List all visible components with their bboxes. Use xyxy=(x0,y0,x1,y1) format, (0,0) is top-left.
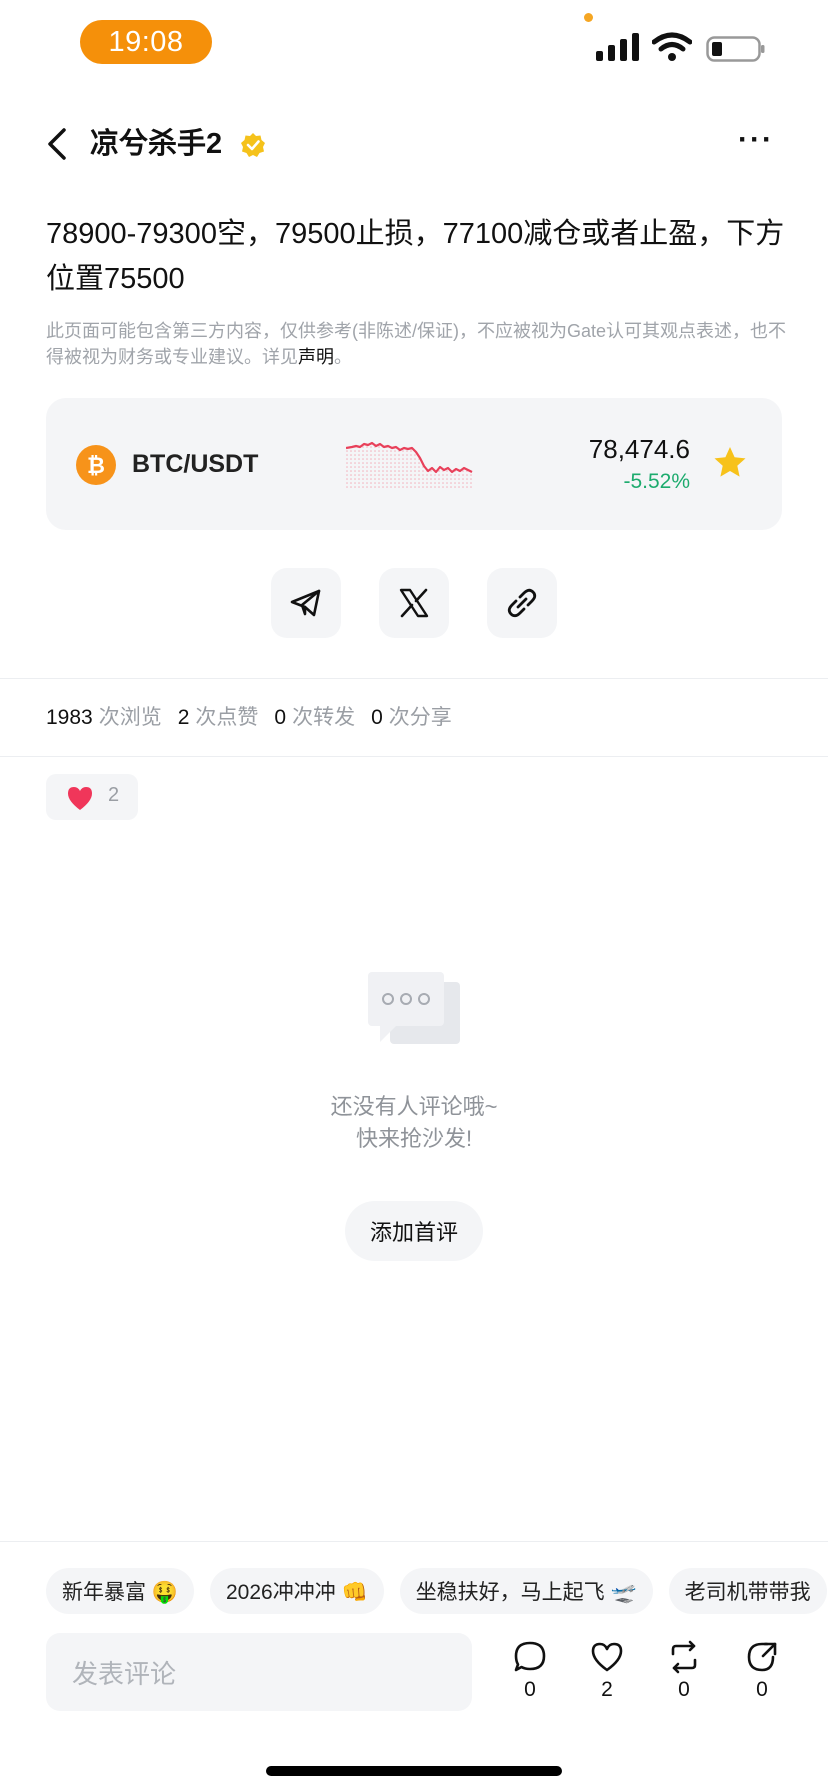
views-count: 1983 xyxy=(46,706,93,729)
reposts-count: 0 xyxy=(274,706,287,729)
heart-icon xyxy=(68,787,92,810)
repost-count: 0 xyxy=(678,1678,690,1701)
quick-reply-tags: 新年暴富 🤑 2026冲冲冲 👊 坐稳扶好，马上起飞 🛫 老司机带带我 xyxy=(46,1568,827,1614)
share-x-button[interactable] xyxy=(379,568,449,638)
share-action-button[interactable]: 0 xyxy=(742,1640,782,1702)
price-sparkline xyxy=(346,441,473,488)
cellular-signal-icon xyxy=(596,33,639,61)
empty-comments-subtext: 快来抢沙发! xyxy=(355,1126,473,1151)
divider xyxy=(0,1541,828,1542)
empty-comments-text: 还没有人评论哦~ xyxy=(330,1094,498,1119)
status-time: 19:08 xyxy=(80,20,212,64)
disclaimer: 此页面可能包含第三方内容，仅供参考(非陈述/保证)，不应被视为Gate认可其观点… xyxy=(46,318,786,370)
like-action-button[interactable]: 2 xyxy=(587,1640,627,1702)
shares-label: 次分享 xyxy=(388,706,452,729)
disclaimer-suffix: 。 xyxy=(334,347,352,367)
heart-outline-icon xyxy=(591,1642,623,1672)
quick-reply-tag[interactable]: 新年暴富 🤑 xyxy=(46,1568,194,1614)
add-first-comment-button[interactable]: 添加首评 xyxy=(345,1201,483,1261)
likes-label: 次点赞 xyxy=(195,706,259,729)
likes-count: 2 xyxy=(177,706,190,729)
empty-comments-illustration xyxy=(368,972,460,1044)
copy-link-button[interactable] xyxy=(487,568,557,638)
quick-reply-tag[interactable]: 2026冲冲冲 👊 xyxy=(209,1568,384,1614)
more-options-button[interactable]: ··· xyxy=(738,125,782,160)
heart-reaction-chip[interactable]: 2 xyxy=(46,774,138,820)
comment-input[interactable]: 发表评论 xyxy=(46,1633,472,1711)
verified-badge-icon xyxy=(241,133,265,157)
views-label: 次浏览 xyxy=(98,706,162,729)
shares-count: 0 xyxy=(371,706,383,729)
telegram-icon xyxy=(290,589,321,617)
home-indicator[interactable] xyxy=(266,1766,562,1776)
author-name[interactable]: 凉兮杀手2 xyxy=(90,126,222,162)
divider xyxy=(0,756,828,757)
reposts-label: 次转发 xyxy=(292,706,356,729)
share-count: 0 xyxy=(756,1678,768,1701)
bitcoin-icon: ₿ xyxy=(76,445,116,485)
ticker-change: -5.52% xyxy=(623,470,690,493)
share-telegram-button[interactable] xyxy=(271,568,341,638)
recording-indicator xyxy=(584,13,593,22)
comment-icon xyxy=(514,1641,546,1672)
favorite-star-icon[interactable] xyxy=(712,445,748,481)
repost-action-button[interactable]: 0 xyxy=(664,1640,704,1702)
divider xyxy=(0,678,828,679)
battery-icon xyxy=(706,36,765,62)
x-icon xyxy=(399,588,429,618)
post-stats: 1983 次浏览 2 次点赞 0 次转发 0 次分享 xyxy=(46,704,468,732)
ticker-card[interactable]: ₿ BTC/USDT 78,474.6 -5.52% xyxy=(46,398,782,530)
share-icon xyxy=(747,1642,777,1672)
comment-action-button[interactable]: 0 xyxy=(510,1640,550,1702)
disclaimer-text: 此页面可能包含第三方内容，仅供参考(非陈述/保证)，不应被视为Gate认可其观点… xyxy=(46,321,787,367)
svg-text:₿: ₿ xyxy=(87,454,105,479)
repost-icon xyxy=(671,1640,697,1674)
heart-reaction-count: 2 xyxy=(108,784,120,806)
wifi-icon xyxy=(652,32,692,61)
disclaimer-link[interactable]: 声明 xyxy=(298,347,334,367)
post-content: 78900-79300空，79500止损，77100减仓或者止盈，下方位置755… xyxy=(46,218,785,295)
quick-reply-tag[interactable]: 老司机带带我 xyxy=(668,1568,827,1614)
quick-reply-tag[interactable]: 坐稳扶好，马上起飞 🛫 xyxy=(399,1568,653,1614)
like-count: 2 xyxy=(601,1678,613,1701)
link-icon xyxy=(507,588,537,618)
ticker-price: 78,474.6 xyxy=(588,434,690,464)
comment-count: 0 xyxy=(524,1678,536,1701)
trading-pair: BTC/USDT xyxy=(132,450,259,478)
back-arrow-icon[interactable] xyxy=(44,126,74,162)
